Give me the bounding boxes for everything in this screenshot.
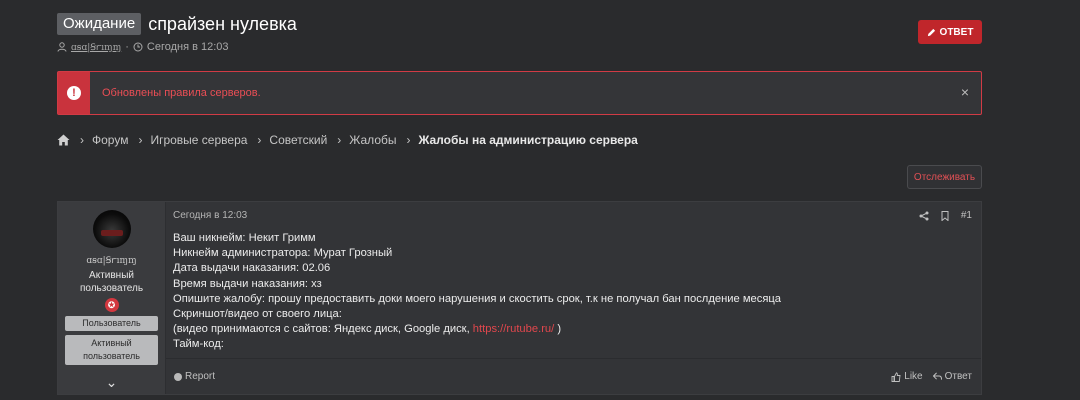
breadcrumb-separator: ›	[337, 133, 342, 147]
post-number-link[interactable]: #1	[961, 210, 972, 221]
rutube-link[interactable]: https://rutube.ru/	[473, 323, 554, 335]
post-footer: Report Like Ответ	[166, 358, 981, 394]
thread-title: спрайзен нулевка	[148, 14, 297, 34]
thread-prefix-label[interactable]: Ожидание	[57, 13, 142, 35]
chevron-down-icon[interactable]: ⌄	[106, 375, 118, 389]
badge-icon[interactable]: ✪	[104, 298, 119, 312]
post-line-description: Опишите жалобу: прошу предоставить доки …	[173, 292, 782, 305]
post-line-screenshot: Скриншот/видео от своего лица:	[173, 308, 342, 321]
post-main: Сегодня в 12:03 #1 Ваш никнейм: Некит Гр…	[166, 202, 981, 394]
breadcrumb-separator: ›	[257, 133, 262, 147]
post-line-date: Дата выдачи наказания: 02.06	[173, 262, 331, 275]
reply-label: Ответ	[944, 371, 972, 382]
breadcrumb-item-complaints[interactable]: Жалобы	[349, 133, 396, 147]
user-icon	[57, 41, 67, 52]
reply-icon	[932, 372, 942, 380]
post-line-nickname: Ваш никнейм: Некит Гримм	[173, 232, 316, 244]
user-title-line2: пользователь	[79, 283, 144, 294]
post-line-timecode: Тайм-код:	[173, 338, 224, 351]
title-row: Ожидание спрайзен нулевка	[57, 13, 297, 35]
user-title: Активный пользователь	[80, 269, 143, 295]
breadcrumb-item-sovetsky[interactable]: Советский	[269, 133, 327, 147]
breadcrumb-separator: ›	[406, 133, 411, 147]
breadcrumb: › Форум › Игровые сервера › Советский › …	[57, 133, 638, 147]
user-banner-active: Активный пользователь	[65, 335, 158, 365]
notice-icon-container: !	[58, 72, 90, 114]
reply-post-button[interactable]: Ответ	[932, 371, 972, 382]
video-sources-close: )	[557, 323, 562, 336]
post-line-admin: Никнейм администратора: Мурат Грозный	[173, 247, 393, 260]
like-button[interactable]: Like	[891, 371, 923, 382]
close-icon[interactable]: ×	[961, 84, 969, 100]
pencil-icon	[927, 28, 935, 36]
post-line-time: Время выдачи наказания: хз	[173, 277, 322, 290]
watch-button[interactable]: Отслеживать	[907, 165, 982, 189]
post: ɑꞩɑ|Ꞩꭈıɱɱ Активный пользователь ✪ Пользо…	[57, 201, 982, 395]
reply-button-label: ОТВЕТ	[939, 26, 974, 38]
like-label: Like	[904, 371, 923, 382]
post-body: Ваш никнейм: Некит Гримм Никнейм админис…	[173, 231, 781, 353]
breadcrumb-separator: ›	[80, 133, 84, 147]
breadcrumb-item-forum[interactable]: Форум	[92, 133, 128, 147]
notice-text: Обновлены правила серверов.	[102, 87, 261, 99]
report-icon	[174, 372, 182, 381]
post-username[interactable]: ɑꞩɑ|Ꞩꭈıɱɱ	[86, 253, 136, 266]
thread-meta: ɑꞩɑ|Ꞩꭈıɱɱ · Сегодня в 12:03	[57, 40, 297, 53]
thread-date-link[interactable]: Сегодня в 12:03	[147, 41, 229, 53]
report-label: Report	[185, 371, 216, 382]
post-actions-top: #1	[919, 210, 972, 221]
user-title-line1: Активный	[89, 270, 134, 281]
post-date-link[interactable]: Сегодня в 12:03	[173, 210, 247, 221]
home-icon[interactable]	[57, 134, 70, 146]
like-icon	[891, 371, 901, 382]
clock-icon	[133, 42, 143, 51]
breadcrumb-separator: ›	[138, 133, 143, 147]
reply-button[interactable]: ОТВЕТ	[918, 20, 982, 44]
meta-separator: ·	[125, 40, 129, 53]
bookmark-icon[interactable]	[940, 210, 950, 221]
avatar[interactable]	[92, 210, 131, 248]
share-icon[interactable]	[919, 211, 929, 221]
breadcrumb-item-game-servers[interactable]: Игровые сервера	[150, 133, 247, 147]
notice-banner: ! Обновлены правила серверов. ×	[57, 71, 982, 115]
post-line-video-sources: (видео принимаются с сайтов: Яндекс диск…	[173, 322, 781, 337]
video-sources-text: (видео принимаются с сайтов: Яндекс диск…	[173, 323, 470, 336]
report-button[interactable]: Report	[174, 371, 215, 382]
breadcrumb-item-current[interactable]: Жалобы на администрацию сервера	[419, 133, 638, 147]
post-user-panel: ɑꞩɑ|Ꞩꭈıɱɱ Активный пользователь ✪ Пользо…	[58, 202, 166, 394]
thread-header: Ожидание спрайзен нулевка ɑꞩɑ|Ꞩꭈıɱɱ · Се…	[57, 13, 297, 53]
user-banner-user: Пользователь	[65, 316, 158, 331]
alert-icon: !	[67, 86, 81, 100]
thread-author-link[interactable]: ɑꞩɑ|Ꞩꭈıɱɱ	[71, 40, 121, 53]
post-footer-actions: Like Ответ	[891, 371, 972, 382]
